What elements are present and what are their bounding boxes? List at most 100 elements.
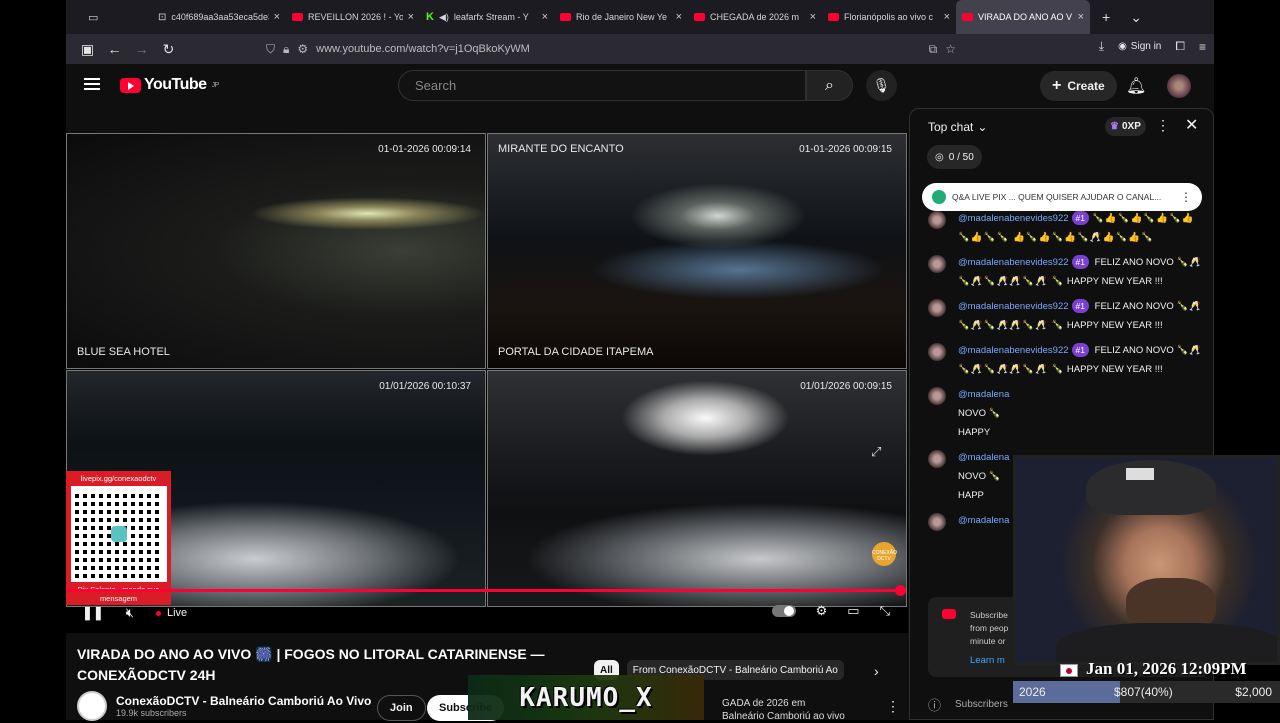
close-icon[interactable]: × [676, 11, 682, 23]
message-author[interactable]: @madalenabenevides922 [958, 301, 1069, 312]
lock-icon[interactable]: 🔒︎ [283, 42, 289, 57]
back-icon[interactable]: ← [101, 41, 128, 57]
xp-badge[interactable]: ♛ 0XP [1105, 117, 1146, 136]
search-button[interactable]: ⌕ [806, 70, 853, 101]
sidebar-icon[interactable]: ▣ [74, 41, 101, 58]
close-icon[interactable]: × [944, 11, 950, 23]
chat-message[interactable]: @madalenabenevides922 #1 FELIZ ANO NOVO 🍾… [910, 253, 1213, 291]
chat-message[interactable]: @madalenabenevides922 #1 FELIZ ANO NOVO 🍾… [910, 341, 1213, 379]
message-author[interactable]: @madalena [958, 389, 1009, 400]
close-icon[interactable]: × [274, 11, 280, 23]
tab-title: Rio de Janeiro New Ye [576, 12, 668, 22]
progress-scrubber[interactable] [895, 585, 906, 596]
tab-list-icon[interactable]: ⌄ [1130, 9, 1142, 26]
pause-icon[interactable]: ❚❚ [82, 605, 104, 621]
notifications-bell-icon[interactable]: 🔔︎ [1126, 76, 1146, 96]
reload-icon[interactable]: ↻ [155, 41, 182, 58]
cam-name: BLUE SEA HOTEL [77, 346, 170, 358]
create-button[interactable]: + Create [1040, 71, 1117, 101]
join-button[interactable]: Join [377, 695, 426, 721]
close-icon[interactable]: × [408, 11, 414, 23]
avatar[interactable] [1167, 74, 1191, 98]
goal-value: 0 / 50 [948, 151, 974, 163]
pinned-avatar [932, 190, 946, 204]
channel-avatar[interactable] [77, 691, 107, 721]
tab-2[interactable]: REVEILLON 2026 ! - Yo × [286, 0, 420, 34]
mute-icon[interactable]: 🔇︎ [126, 605, 134, 621]
message-author[interactable]: @madalena [958, 452, 1009, 463]
related-video-title[interactable]: GADA de 2026 em Balneário Camboriú ao viv… [722, 697, 845, 723]
chat-message[interactable]: @madalenabenevides922 #1 🍾👍🍾👍🍾👍🍾👍🍾👍🍾🍾 👍🍾👍🍾… [910, 209, 1213, 247]
search-input[interactable]: Search [398, 70, 806, 101]
create-label: Create [1067, 79, 1105, 93]
close-icon[interactable]: × [542, 11, 548, 23]
hamburger-menu-icon[interactable] [84, 78, 100, 90]
message-author[interactable]: @madalenabenevides922 [958, 213, 1069, 224]
theater-mode-icon[interactable]: ▭ [847, 603, 859, 619]
sign-in-button[interactable]: ◉ Sign in [1118, 41, 1161, 52]
voice-search-button[interactable]: 🎙︎ [866, 70, 897, 101]
forward-icon[interactable]: → [128, 41, 155, 57]
tab-icon: ⊡ [158, 11, 167, 23]
chat-mode-dropdown[interactable]: Top chat [928, 120, 973, 134]
new-tab-icon[interactable]: + [1102, 9, 1110, 25]
picture-in-picture-icon[interactable]: ⧉ [929, 42, 938, 57]
download-icon[interactable]: ⤓ [1099, 39, 1104, 54]
youtube-icon [962, 13, 973, 21]
close-chat-icon[interactable]: ✕ [1185, 115, 1198, 135]
message-tail: HAPPY NEW YEAR !!! [1066, 364, 1163, 375]
close-icon[interactable]: × [810, 11, 816, 23]
fullscreen-icon[interactable]: ⤡ [880, 603, 890, 619]
chat-input[interactable]: ⓘ Subscribers [928, 695, 1008, 714]
tab-7-active[interactable]: VIRADA DO ANO AO V × [956, 0, 1090, 34]
chat-message[interactable]: @madalena NOVO 🍾 HAPPY [910, 385, 1213, 442]
expand-icon[interactable]: ⤢ [871, 444, 881, 460]
close-icon[interactable]: × [1078, 11, 1084, 23]
tab-3[interactable]: K ◀) leafarfx Stream - Y × [420, 0, 554, 34]
video-player[interactable]: 01-01-2026 00:09:14 BLUE SEA HOTEL MIRAN… [66, 133, 908, 633]
camera-feed-beach-fireworks: 01/01/2026 00:09:15 [487, 370, 907, 607]
message-author[interactable]: @madalenabenevides922 [958, 257, 1069, 268]
tab-title: REVEILLON 2026 ! - Yo [308, 12, 403, 22]
permissions-icon[interactable]: ⚙︎ [297, 42, 308, 56]
progress-bar[interactable] [66, 589, 902, 592]
message-author[interactable]: @madalena [958, 515, 1009, 526]
tab-1[interactable]: ⊡ c40f689aa3aa53eca5de3 × [152, 0, 286, 34]
youtube-header: YouTube JP Search ⌕ 🎙︎ + Create 🔔︎ [66, 64, 1214, 108]
goal-target: $2,000 [1235, 685, 1272, 699]
camera-feed-mirante: MIRANTE DO ENCANTO 01-01-2026 00:09:15 P… [487, 133, 907, 369]
donation-goal-bar: 2026 $807(40%) $2,000 [1013, 681, 1280, 703]
settings-gear-icon[interactable]: ⚙︎ [816, 603, 828, 619]
pinned-more-icon[interactable]: ⋮ [1180, 190, 1192, 204]
url-bar[interactable]: ⛉ 🔒︎ ⚙︎ www.youtube.com/watch?v=j1OqBkoK… [266, 37, 956, 61]
url-text[interactable]: www.youtube.com/watch?v=j1OqBkoKyWM [316, 43, 530, 55]
tab-5[interactable]: CHEGADA de 2026 m × [688, 0, 822, 34]
chat-goal[interactable]: ◎ 0 / 50 [927, 145, 982, 169]
menu-icon[interactable]: ≡ [1199, 40, 1206, 54]
channel-name[interactable]: ConexãoDCTV - Balneário Camboriú Ao Vivo [116, 694, 371, 708]
tab-6[interactable]: Florianópolis ao vivo c × [822, 0, 956, 34]
sidebar-toggle[interactable]: ▭ [66, 0, 152, 34]
pinned-message[interactable]: Q&A LIVE PIX ... QUEM QUISER AJUDAR O CA… [922, 183, 1202, 211]
sign-in-label: Sign in [1130, 41, 1162, 52]
bookmark-star-icon[interactable]: ☆ [945, 42, 956, 56]
chat-more-icon[interactable]: ⋮ [1156, 117, 1170, 134]
chevron-down-icon[interactable]: ⌄ [977, 120, 987, 134]
message-tail: HAPP [958, 490, 984, 501]
more-actions-icon[interactable]: ⋮ [886, 698, 900, 715]
tab-4[interactable]: Rio de Janeiro New Ye × [554, 0, 688, 34]
message-author[interactable]: @madalenabenevides922 [958, 345, 1069, 356]
chat-message[interactable]: @madalenabenevides922 #1 FELIZ ANO NOVO 🍾… [910, 297, 1213, 335]
account-icon: ◉ [1118, 41, 1127, 52]
chevron-right-icon[interactable]: › [874, 663, 879, 679]
live-indicator[interactable]: Live [156, 607, 187, 619]
extensions-icon[interactable]: ⧠ [1175, 39, 1185, 54]
streamer-name-overlay: KARUMO_X [468, 675, 704, 720]
info-icon[interactable]: ⓘ [928, 695, 941, 714]
autoplay-toggle[interactable] [771, 605, 796, 617]
streamer-name: KARUMO_X [519, 682, 653, 713]
youtube-logo[interactable]: YouTube JP [120, 76, 219, 94]
shield-icon[interactable]: ⛉ [266, 42, 275, 57]
youtube-icon [828, 13, 839, 21]
message-tail: HAPPY NEW YEAR !!! [1066, 320, 1163, 331]
